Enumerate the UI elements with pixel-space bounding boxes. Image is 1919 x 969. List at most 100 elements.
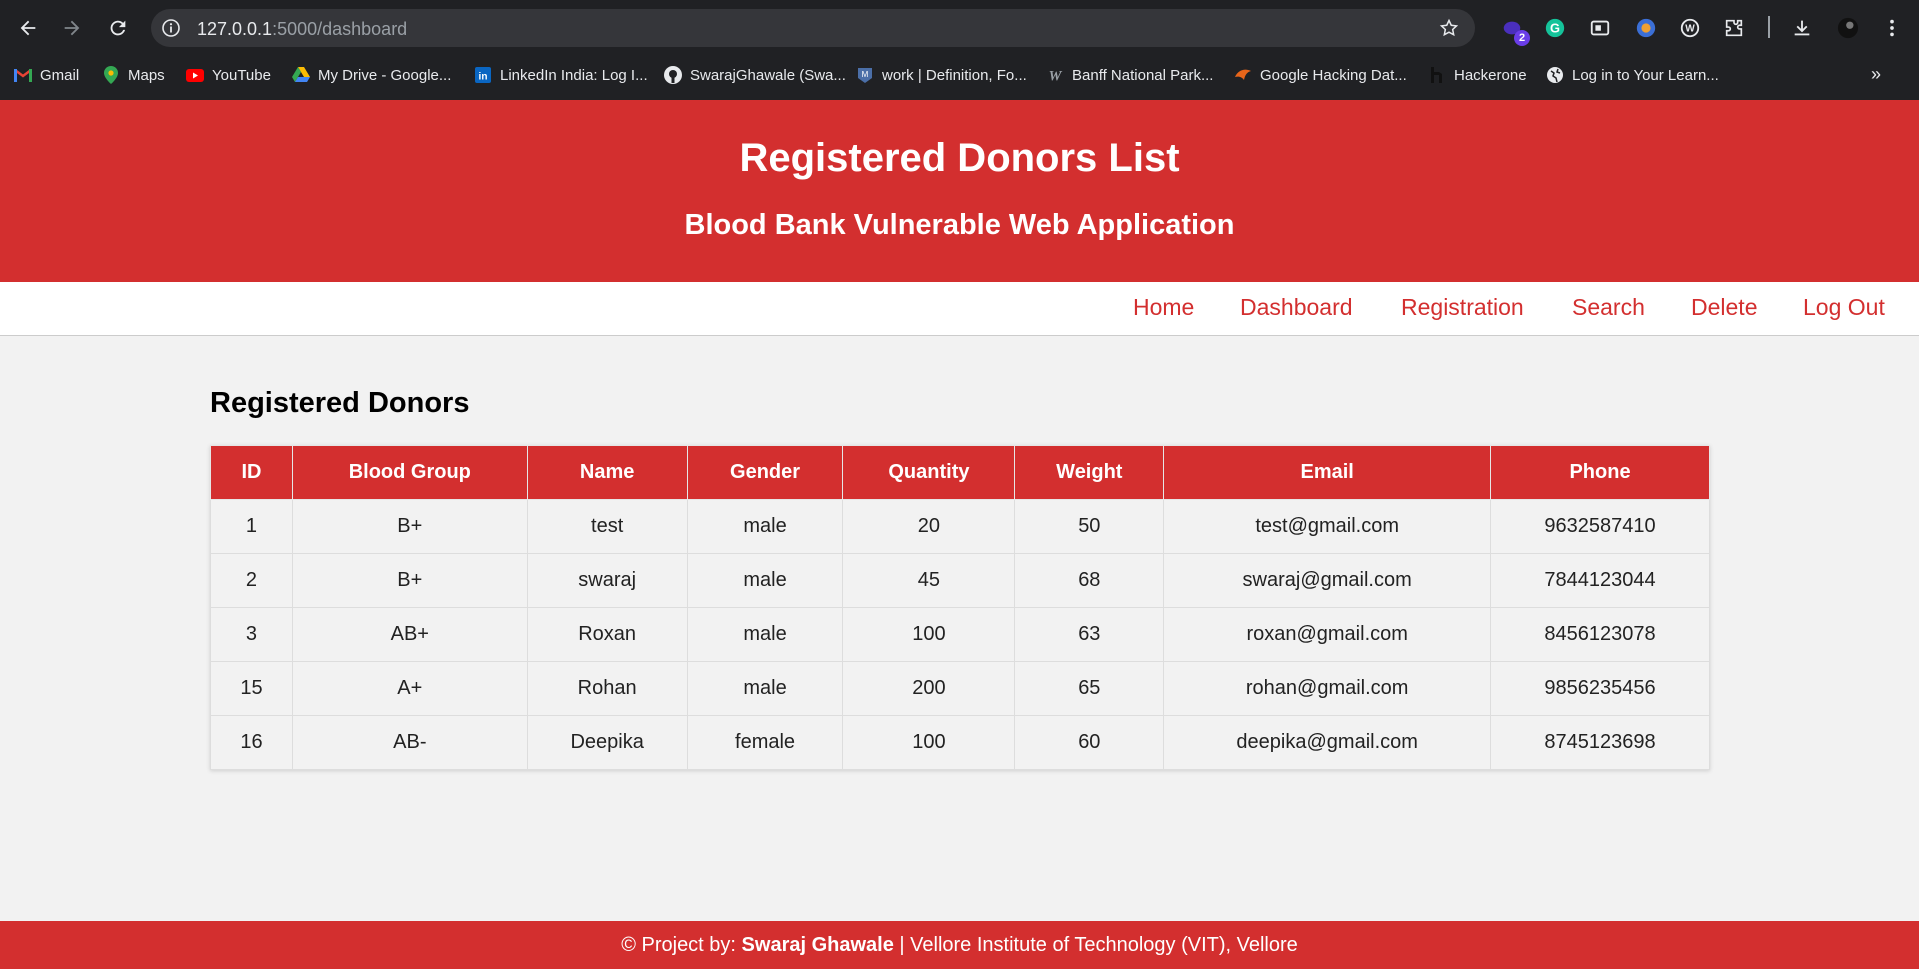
hackerone-icon (1428, 66, 1446, 84)
drive-icon (292, 66, 310, 84)
globe-icon (1546, 66, 1564, 84)
donors-table: ID Blood Group Name Gender Quantity Weig… (210, 445, 1710, 770)
nav-bar: Home Dashboard Registration Search Delet… (0, 282, 1919, 336)
column-header-weight: Weight (1014, 445, 1165, 500)
column-header-id: ID (210, 445, 293, 500)
site-footer: © Project by: Swaraj Ghawale | Vellore I… (0, 921, 1919, 969)
cell-name: swaraj (526, 553, 688, 608)
download-icon (1794, 20, 1810, 36)
cell-gender: female (686, 715, 844, 770)
browser-toolbar: 127.0.0.1:5000/dashboard 2 G W (0, 0, 1919, 56)
profile-button[interactable] (1836, 16, 1860, 40)
bookmarks-bar: Gmail Maps YouTube My Drive - Google... … (0, 60, 1919, 90)
reader-mode-icon (1590, 20, 1610, 36)
address-bar[interactable]: 127.0.0.1:5000/dashboard (151, 9, 1475, 47)
cell-name: Roxan (526, 607, 688, 662)
forward-button[interactable] (58, 14, 86, 42)
cell-blood-group: B+ (291, 499, 528, 554)
w-icon: W (1046, 66, 1064, 84)
table-row: 2 B+ swaraj male 45 68 swaraj@gmail.com … (210, 553, 1710, 608)
cell-quantity: 45 (842, 553, 1016, 608)
puzzle-icon (1725, 19, 1743, 37)
extension-button[interactable]: 2 (1500, 16, 1530, 46)
cell-quantity: 20 (842, 499, 1016, 554)
grammarly-icon: G (1545, 18, 1565, 38)
reload-button[interactable] (104, 14, 132, 42)
column-header-name: Name (526, 445, 688, 500)
nav-link-dashboard[interactable]: Dashboard (1240, 294, 1353, 321)
bookmark-star-icon[interactable] (1439, 18, 1459, 38)
table-row: 3 AB+ Roxan male 100 63 roxan@gmail.com … (210, 607, 1710, 662)
cell-id: 2 (210, 553, 293, 608)
bookmark-linkedin[interactable]: in LinkedIn India: Log I... (474, 62, 648, 88)
page: Registered Donors List Blood Bank Vulner… (0, 100, 1919, 969)
cell-blood-group: AB- (291, 715, 528, 770)
column-header-gender: Gender (686, 445, 844, 500)
cell-id: 15 (210, 661, 293, 716)
cell-quantity: 100 (842, 607, 1016, 662)
column-header-blood-group: Blood Group (291, 445, 528, 500)
cell-phone: 8456123078 (1490, 607, 1710, 662)
cell-id: 3 (210, 607, 293, 662)
nav-link-delete[interactable]: Delete (1691, 294, 1757, 321)
cell-weight: 68 (1014, 553, 1165, 608)
wappalyzer-extension-button[interactable]: W (1678, 16, 1702, 40)
footer-suffix: | Vellore Institute of Technology (VIT),… (893, 934, 1298, 956)
cell-gender: male (686, 499, 844, 554)
section-title: Registered Donors (210, 387, 470, 419)
footer-author: Swaraj Ghawale (741, 934, 894, 956)
bookmark-hackerone[interactable]: Hackerone (1428, 62, 1527, 88)
nav-link-registration[interactable]: Registration (1401, 294, 1524, 321)
cell-gender: male (686, 661, 844, 716)
nav-link-search[interactable]: Search (1572, 294, 1645, 321)
gmail-icon (14, 66, 32, 84)
site-info-icon[interactable] (161, 18, 181, 38)
cell-email: rohan@gmail.com (1163, 661, 1492, 716)
browser-chrome: 127.0.0.1:5000/dashboard 2 G W Gmail Map… (0, 0, 1919, 100)
back-arrow-icon (20, 20, 36, 36)
bookmark-exploitdb[interactable]: Google Hacking Dat... (1234, 62, 1407, 88)
table-row: 1 B+ test male 20 50 test@gmail.com 9632… (210, 499, 1710, 554)
cell-weight: 60 (1014, 715, 1165, 770)
cell-name: test (526, 499, 688, 554)
cell-id: 16 (210, 715, 293, 770)
cell-weight: 63 (1014, 607, 1165, 662)
svg-text:G: G (1550, 21, 1560, 36)
cell-phone: 9856235456 (1490, 661, 1710, 716)
exploitdb-icon (1234, 66, 1252, 84)
dictionary-icon: M (856, 66, 874, 84)
cell-weight: 50 (1014, 499, 1165, 554)
extension-badge: 2 (1514, 30, 1530, 46)
extensions-menu-button[interactable] (1722, 16, 1746, 40)
bookmark-youtube[interactable]: YouTube (186, 62, 271, 88)
w-circle-icon: W (1680, 18, 1700, 38)
svg-text:M: M (862, 70, 869, 79)
bookmark-drive[interactable]: My Drive - Google... (292, 62, 451, 88)
page-title: Registered Donors List (739, 136, 1180, 180)
svg-text:W: W (1049, 68, 1063, 83)
nav-link-logout[interactable]: Log Out (1803, 294, 1885, 321)
more-bookmarks-chevron-icon[interactable]: » (1871, 64, 1881, 85)
nav-link-home[interactable]: Home (1133, 294, 1194, 321)
cell-blood-group: A+ (291, 661, 528, 716)
back-button[interactable] (14, 14, 42, 42)
bookmark-maps[interactable]: Maps (102, 62, 165, 88)
bookmark-github[interactable]: SwarajGhawale (Swa... (664, 62, 846, 88)
bookmark-banff[interactable]: W Banff National Park... (1046, 62, 1214, 88)
downloads-button[interactable] (1790, 16, 1814, 40)
bookmark-learning[interactable]: Log in to Your Learn... (1546, 62, 1719, 88)
bookmark-gmail[interactable]: Gmail (14, 62, 79, 88)
cell-email: roxan@gmail.com (1163, 607, 1492, 662)
reader-extension-button[interactable] (1588, 16, 1612, 40)
toolbar-divider (1768, 16, 1770, 38)
cell-quantity: 100 (842, 715, 1016, 770)
cell-blood-group: AB+ (291, 607, 528, 662)
cell-weight: 65 (1014, 661, 1165, 716)
forward-arrow-icon (64, 20, 80, 36)
shield-extension-button[interactable] (1634, 16, 1658, 40)
cell-id: 1 (210, 499, 293, 554)
bookmark-dictionary[interactable]: M work | Definition, Fo... (856, 62, 1027, 88)
cell-name: Rohan (526, 661, 688, 716)
grammarly-extension-button[interactable]: G (1543, 16, 1567, 40)
browser-menu-button[interactable] (1880, 16, 1904, 40)
